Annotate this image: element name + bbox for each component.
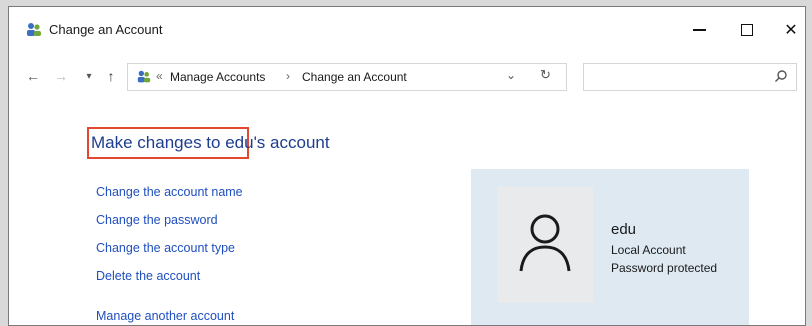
breadcrumb-separator[interactable]: › (286, 69, 290, 83)
change-account-name-link[interactable]: Change the account name (96, 185, 243, 199)
address-bar[interactable]: « Manage Accounts › Change an Account ⌄ … (127, 63, 567, 91)
up-button[interactable]: ↑ (101, 65, 121, 87)
user-accounts-icon (25, 21, 43, 39)
user-account-card: edu Local Account Password protected (471, 169, 749, 325)
title-bar: Change an Account ✕ (9, 7, 805, 53)
navigation-bar: ← → ▾ ↑ « Manage Accounts › Change an Ac… (9, 57, 805, 97)
page-title-prefix: Make changes to edu (91, 133, 254, 152)
change-account-window: Change an Account ✕ ← → ▾ ↑ « Manage Acc… (8, 6, 806, 326)
window-title: Change an Account (49, 22, 163, 37)
chevron-down-icon: ▾ (86, 70, 92, 82)
recent-locations-button[interactable]: ▾ (79, 65, 99, 87)
forward-button[interactable]: → (51, 65, 71, 87)
maximize-button[interactable] (727, 13, 767, 47)
breadcrumb-change-account[interactable]: Change an Account (302, 70, 407, 84)
close-button[interactable]: ✕ (771, 13, 805, 47)
user-name: edu (611, 221, 637, 238)
minimize-icon (692, 29, 706, 31)
address-dropdown-icon[interactable]: ⌄ (506, 68, 516, 82)
refresh-icon[interactable]: ↻ (540, 67, 551, 83)
delete-account-link[interactable]: Delete the account (96, 269, 200, 283)
minimize-button[interactable] (679, 13, 719, 47)
page-title: Make changes to edu's account (87, 127, 330, 159)
arrow-right-icon: → (54, 68, 68, 84)
password-status-label: Password protected (611, 261, 718, 275)
manage-another-account-link[interactable]: Manage another account (96, 309, 234, 323)
address-overflow[interactable]: « (156, 69, 163, 83)
main-content: Make changes to edu's account Change the… (9, 99, 805, 325)
avatar (497, 187, 593, 303)
arrow-left-icon: ← (26, 68, 40, 84)
arrow-up-icon: ↑ (107, 68, 115, 84)
search-icon (774, 69, 788, 83)
user-avatar-icon (519, 214, 571, 272)
breadcrumb-manage-accounts[interactable]: Manage Accounts (170, 70, 265, 84)
page-title-suffix: 's account (253, 133, 330, 152)
user-accounts-icon (136, 69, 152, 85)
back-button[interactable]: ← (23, 65, 43, 87)
change-password-link[interactable]: Change the password (96, 213, 218, 227)
change-account-type-link[interactable]: Change the account type (96, 241, 235, 255)
account-type-label: Local Account (611, 243, 686, 257)
maximize-icon (741, 24, 753, 36)
search-input[interactable] (583, 63, 797, 91)
close-icon: ✕ (784, 22, 798, 39)
